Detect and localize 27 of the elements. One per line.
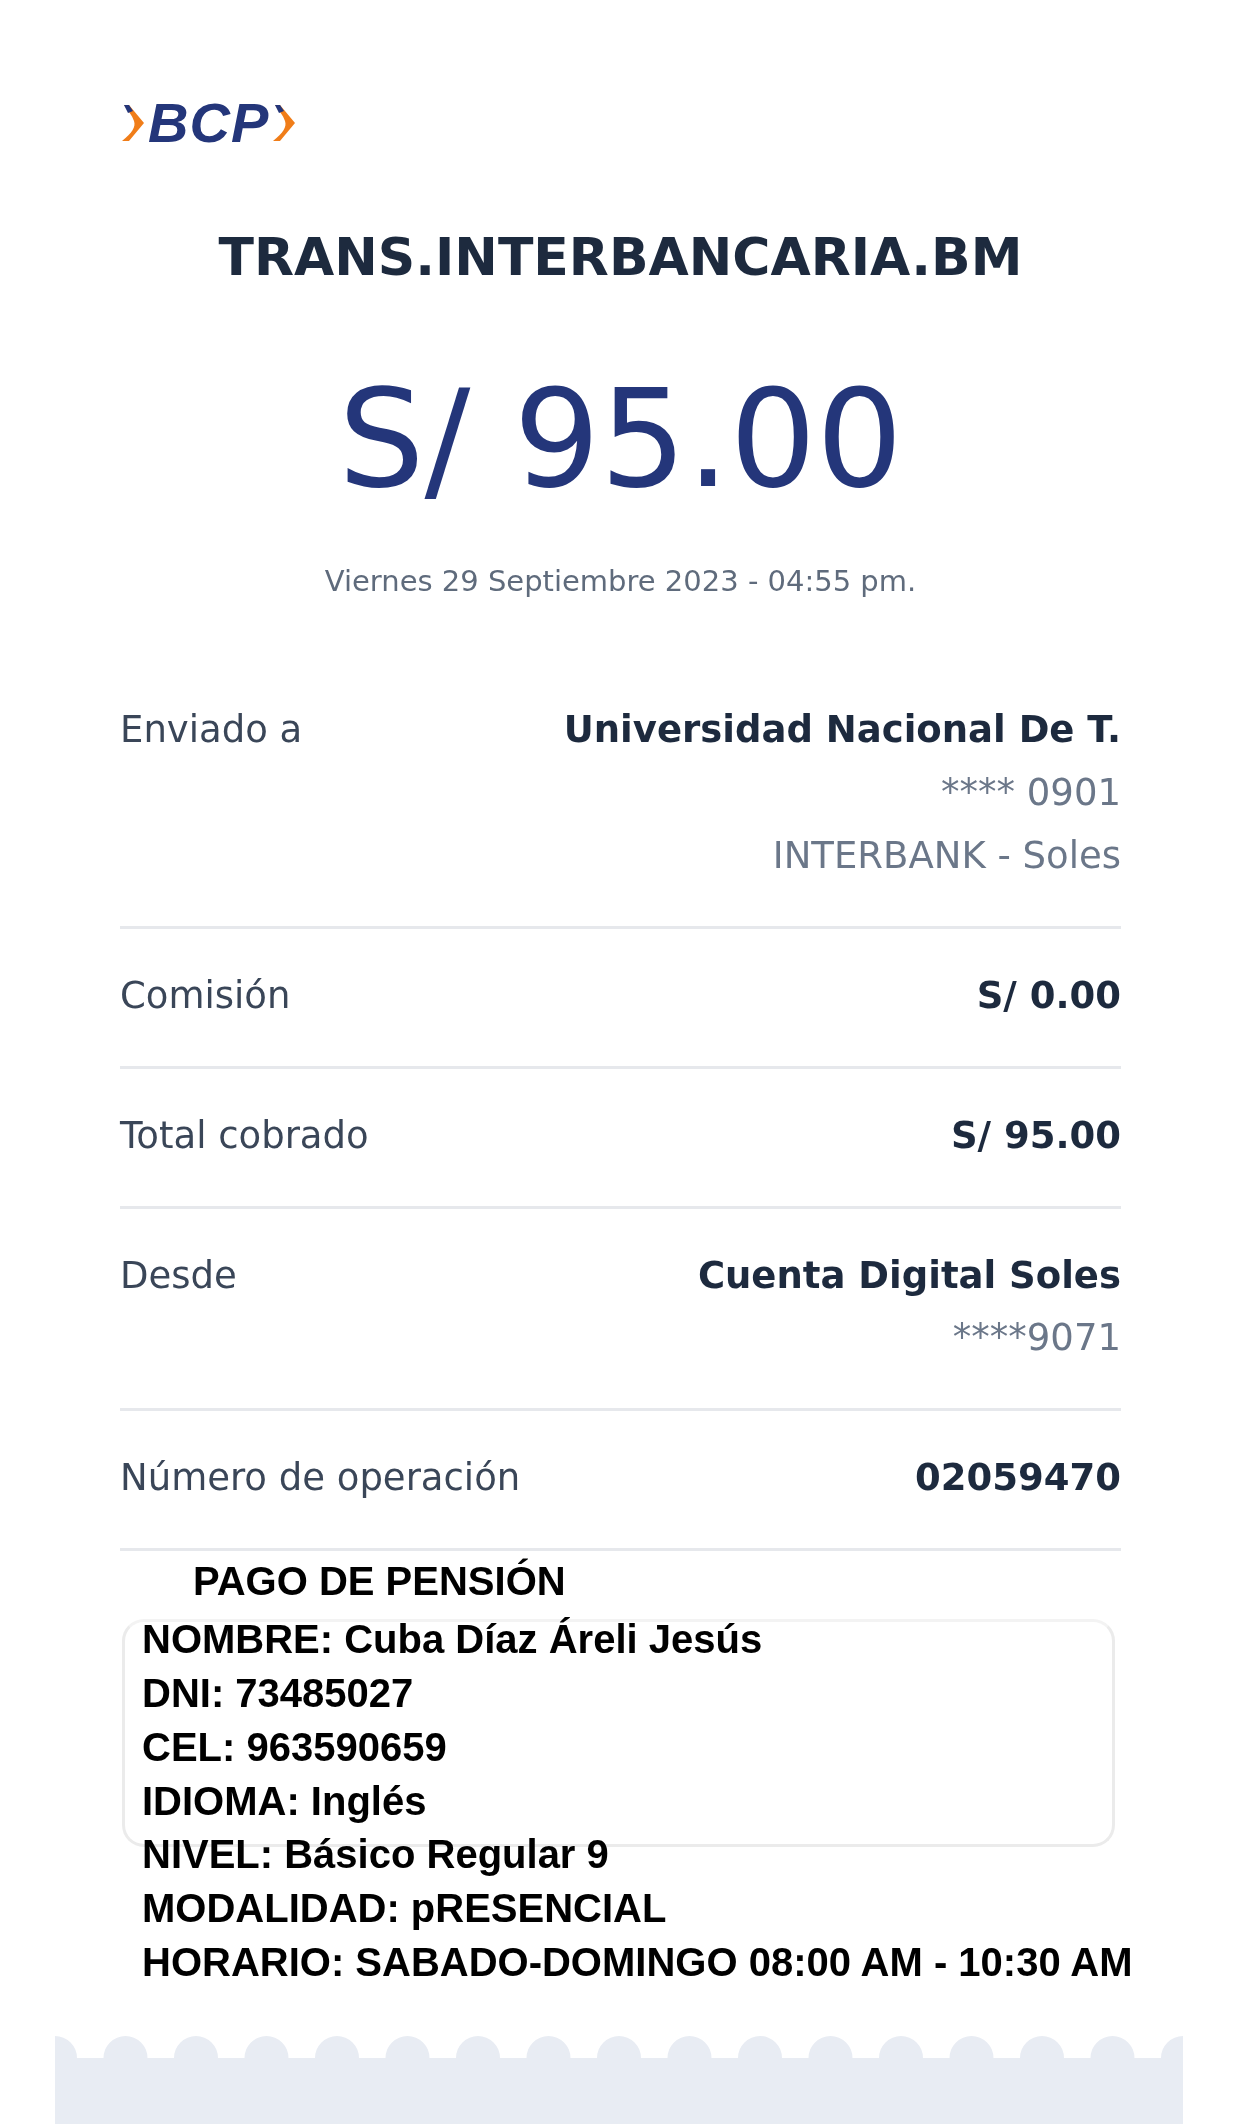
row-detail: **** 0901 xyxy=(941,770,1121,814)
row-label: Enviado a xyxy=(120,708,303,752)
row-label: Comisión xyxy=(120,973,291,1017)
row-value: S/ 0.00 xyxy=(976,973,1121,1017)
note-line: MODALIDAD: pRESENCIAL xyxy=(142,1886,667,1931)
note-title: PAGO DE PENSIÓN xyxy=(193,1559,566,1604)
row-label: Total cobrado xyxy=(120,1113,369,1157)
row-value: 02059470 xyxy=(915,1456,1121,1500)
note-line: CEL: 963590659 xyxy=(142,1724,447,1769)
note-line: DNI: 73485027 xyxy=(142,1671,414,1715)
note-line: NIVEL: Básico Regular 9 xyxy=(142,1832,609,1877)
logo-text: BCP xyxy=(148,95,270,151)
row-label: Número de operación xyxy=(120,1456,521,1500)
note-line: NOMBRE: Cuba Díaz Áreli Jesús xyxy=(142,1617,763,1662)
row-detail: ****9071 xyxy=(952,1316,1121,1360)
amount: S/ 95.00 xyxy=(337,359,904,521)
note-line: IDIOMA: Inglés xyxy=(142,1778,427,1823)
row-value: Cuenta Digital Soles xyxy=(697,1253,1121,1297)
chevron-icon xyxy=(120,103,146,143)
date-time: Viernes 29 Septiembre 2023 - 04:55 pm. xyxy=(323,562,918,600)
note-line: HORARIO: SABADO-DOMINGO 08:00 AM - 10:30 AM xyxy=(142,1940,1133,1984)
row-value: Universidad Nacional De T. xyxy=(563,708,1121,752)
row-label: Desde xyxy=(120,1253,237,1297)
row-detail: INTERBANK - Soles xyxy=(772,833,1121,877)
row-value: S/ 95.00 xyxy=(950,1113,1121,1157)
chevron-icon xyxy=(271,103,298,143)
receipt-title: TRANS.INTERBANCARIA.BM xyxy=(217,226,1024,289)
